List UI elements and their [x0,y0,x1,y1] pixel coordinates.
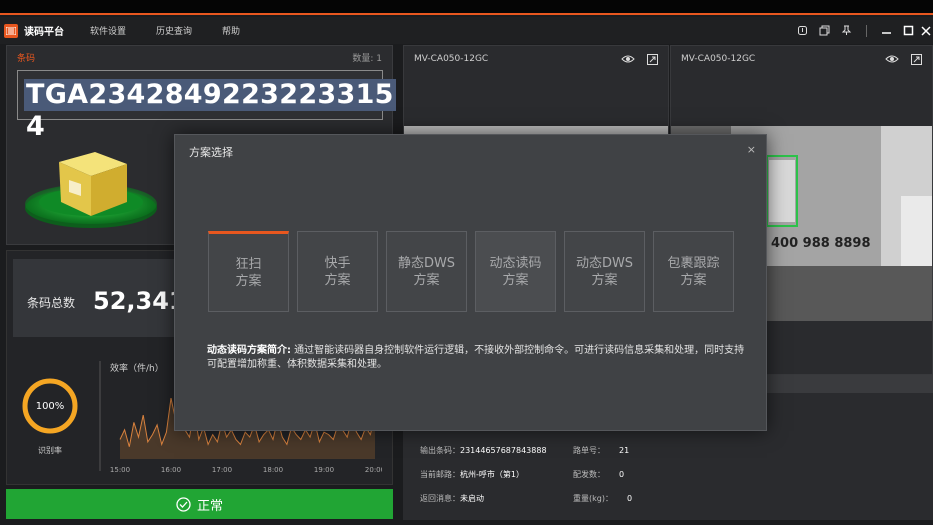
status-text: 正常 [196,498,223,514]
info-row-3-right: 重量(kg)： 0 [573,494,633,503]
close-icon[interactable] [919,17,933,44]
menu-help[interactable]: 帮助 [222,24,240,37]
rate-value: 100% [35,401,65,412]
top-strip [0,0,933,15]
total-value: 52,341 [93,287,186,315]
info-row-2-right: 配发数： 0 [573,470,625,479]
camera-name: MV-CA050-12GC [414,54,489,64]
x-tick-label: 15:00 [110,466,130,474]
app-logo-icon [4,23,18,38]
barcode-value: TGA2342849223223315 4 [24,79,396,142]
info-row-2: 当前邮路：杭州-呼市（第1） [420,470,524,479]
scheme-description: 动态读码方案简介: 通过智能读码器自身控制软件运行逻辑，不接收外部控制命令。可进… [207,345,745,370]
package-number: 400 988 8898 [771,236,871,251]
rate-label: 识别率 [38,446,62,455]
total-label: 条码总数 [27,296,76,310]
menu-history[interactable]: 历史查询 [156,24,192,37]
barcode-display: TGA2342849223223315 4 [17,70,396,142]
dialog-title: 方案选择 [189,146,233,159]
title-bar: 读码平台 软件设置 历史查询 帮助 [0,17,933,44]
minimize-icon[interactable] [875,17,897,44]
alarm-icon[interactable] [791,17,813,44]
barcode-count: 数量: 1 [352,53,382,64]
x-tick-label: 16:00 [161,466,181,474]
eye-icon[interactable] [885,54,899,64]
barcode-label: 条码 [17,53,36,64]
x-tick-label: 20:00 [365,466,382,474]
menu-bar: 软件设置 历史查询 帮助 [90,24,270,37]
camera-name: MV-CA050-12GC [681,54,756,64]
scheme-kuaishou[interactable]: 快手 方案 [297,231,378,312]
scheme-package-tracking[interactable]: 包裹跟踪 方案 [653,231,734,312]
pin-icon[interactable] [835,17,857,44]
scheme-dynamic-dws[interactable]: 动态DWS 方案 [564,231,645,312]
check-circle-icon [176,496,191,512]
status-bar[interactable]: 正常 [6,489,393,519]
info-row-1-right: 路单号： 21 [573,446,630,455]
expand-icon[interactable] [911,53,922,65]
dialog-close-button[interactable]: × [747,143,756,156]
package-3d-icon [25,152,157,228]
info-row-1: 输出条码：23144657687843888 [420,446,547,455]
x-tick-label: 19:00 [314,466,334,474]
scheme-scan[interactable]: 狂扫 方案 [208,231,289,312]
scheme-static-dws[interactable]: 静态DWS 方案 [386,231,467,312]
window-controls [791,17,933,44]
scheme-list: 狂扫 方案 快手 方案 静态DWS 方案 动态读码 方案 动态DWS 方案 包裹跟踪 方案 [208,231,742,312]
expand-icon[interactable] [647,53,658,65]
menu-software-settings[interactable]: 软件设置 [90,24,126,37]
x-tick-label: 18:00 [263,466,283,474]
scheme-select-dialog: 方案选择 × 狂扫 方案 快手 方案 静态DWS 方案 动态读码 方案 动态DWS 方案 … [174,134,767,431]
scheme-dynamic-read[interactable]: 动态读码 方案 [475,231,556,312]
x-tick-label: 17:00 [212,466,232,474]
separator [857,17,875,44]
maximize-icon[interactable] [897,17,919,44]
info-row-3: 返回消息：未启动 [420,494,484,503]
eye-icon[interactable] [621,54,635,64]
app-title: 读码平台 [24,27,64,38]
window-switch-icon[interactable] [813,17,835,44]
